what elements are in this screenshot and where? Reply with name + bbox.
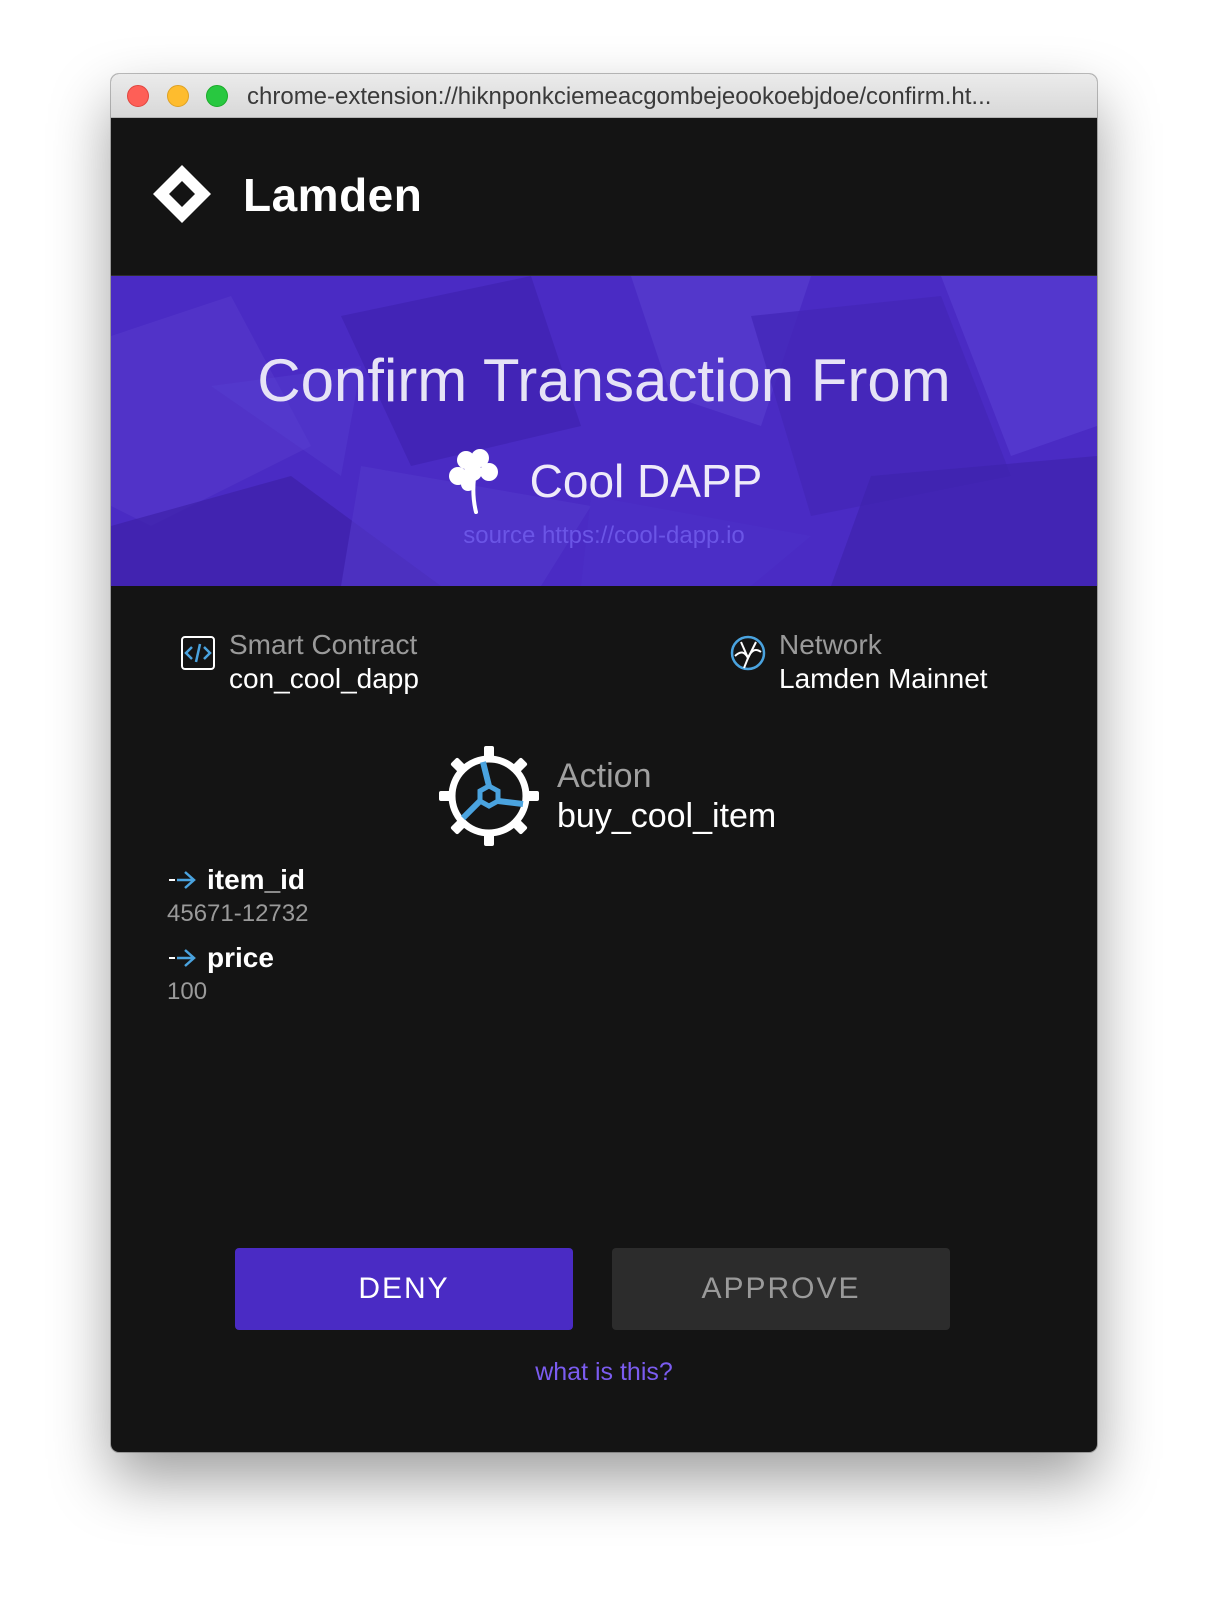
what-is-this-link[interactable]: what is this? [111,1358,1097,1387]
approve-button[interactable]: APPROVE [612,1248,950,1330]
kwarg-value: 100 [167,978,208,1005]
close-window-button[interactable] [127,85,149,107]
action-info: Action buy_cool_item [439,746,776,846]
network-value: Lamden Mainnet [779,663,988,694]
kwarg-name: price [207,942,274,973]
action-value: buy_cool_item [557,797,777,835]
banner-title: Confirm Transaction From [257,347,951,414]
dapp-identity: Cool DAPP [111,446,1097,516]
maximize-window-button[interactable] [206,85,228,107]
window-url: chrome-extension://hiknponkciemeacgombej… [247,83,992,110]
minimize-window-button[interactable] [167,85,189,107]
kwarg-item: item_id 45671-12732 [167,864,308,928]
app-header: Lamden [111,118,1097,276]
gear-icon [439,746,539,846]
network-icon [730,635,766,671]
arrow-right-icon [169,871,196,889]
lamden-logo-icon [153,165,211,223]
network-info: Network Lamden Mainnet [729,628,988,696]
smart-contract-label: Smart Contract [229,629,418,660]
extension-window: chrome-extension://hiknponkciemeacgombej… [111,74,1097,1452]
clover-icon [448,449,498,514]
kwarg-value: 45671-12732 [167,900,309,927]
dapp-source-url: source https://cool-dapp.io [463,522,745,549]
code-icon [181,636,215,670]
smart-contract-info: Smart Contract con_cool_dapp [179,628,419,696]
window-titlebar[interactable]: chrome-extension://hiknponkciemeacgombej… [111,74,1097,118]
brand-name: Lamden [243,169,423,221]
kwarg-item: price 100 [167,942,274,1006]
action-label: Action [557,757,652,795]
dapp-name: Cool DAPP [529,455,763,507]
kwarg-name: item_id [207,864,306,895]
arrow-right-icon [169,949,196,967]
confirm-banner: Confirm Transaction From Cool DAPP sourc… [111,276,1097,586]
smart-contract-value: con_cool_dapp [229,663,419,694]
network-label: Network [779,629,882,660]
deny-button[interactable]: DENY [235,1248,573,1330]
